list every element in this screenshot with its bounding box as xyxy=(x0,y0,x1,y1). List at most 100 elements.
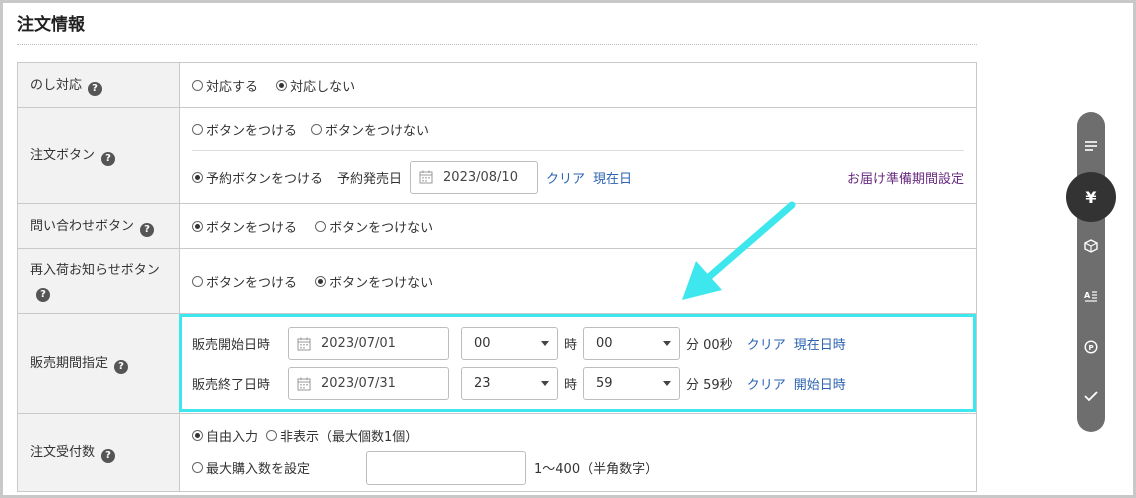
row-value: ボタンをつける ボタンをつけない 予約ボタンをつける 予約発売日 2023/08… xyxy=(179,107,977,204)
radio-max-purchase[interactable]: 最大購入数を設定 xyxy=(192,458,342,477)
start-datetime-link[interactable]: 開始日時 xyxy=(794,374,846,393)
radio-label: ボタンをつけない xyxy=(329,275,434,291)
sale-end-row: 販売終了日時 2023/07/31 23 時 59 分 59秒 クリア 開始日時 xyxy=(192,364,964,404)
clear-link[interactable]: クリア xyxy=(747,334,786,353)
check-icon[interactable] xyxy=(1077,382,1105,410)
select-value: 23 xyxy=(474,376,491,391)
sale-end-minute-select[interactable]: 59 xyxy=(583,367,681,400)
radio-noshi-yes[interactable]: 対応する xyxy=(192,76,258,95)
radio-inquiry-on[interactable]: ボタンをつける xyxy=(192,217,297,236)
radio-icon xyxy=(276,79,288,91)
chevron-down-icon xyxy=(663,341,672,346)
second-text: 分 00秒 xyxy=(686,338,733,353)
sale-start-row: 販売開始日時 2023/07/01 00 時 00 分 00秒 クリア 現在日時 xyxy=(192,324,964,364)
radio-reserve[interactable]: 予約ボタンをつける xyxy=(192,168,323,187)
label-text: 販売期間指定 xyxy=(30,356,109,371)
calendar-icon xyxy=(297,337,311,350)
help-icon[interactable]: ? xyxy=(140,222,155,237)
row-noshi: のし対応? 対応する 対応しない xyxy=(17,62,977,108)
row-order-count: 注文受付数? 自由入力 非表示（最大個数1個） 最大購入数を設定 1〜400（半… xyxy=(17,413,977,492)
today-link[interactable]: 現在日 xyxy=(593,168,632,187)
delivery-setting-link[interactable]: お届け準備期間設定 xyxy=(847,168,964,187)
package-icon[interactable] xyxy=(1077,232,1105,260)
point-icon[interactable]: P xyxy=(1077,333,1105,361)
sale-start-minute-select[interactable]: 00 xyxy=(583,327,681,360)
label-text: 問い合わせボタン xyxy=(30,218,135,234)
row-value: ボタンをつける ボタンをつけない xyxy=(179,203,977,249)
calendar-icon xyxy=(419,170,433,184)
input-value: 2023/07/31 xyxy=(321,376,396,391)
svg-text:P: P xyxy=(1089,344,1094,352)
order-info-form: のし対応? 対応する 対応しない 注文ボタン? ボタンをつける ボタンをつけない… xyxy=(17,62,977,492)
row-value: 販売開始日時 2023/07/01 00 時 00 分 00秒 クリア 現在日時… xyxy=(179,313,977,414)
page-title: 注文情報 xyxy=(17,15,85,35)
sale-end-label: 販売終了日時 xyxy=(192,378,271,393)
chevron-down-icon xyxy=(541,341,549,346)
chevron-down-icon xyxy=(663,381,672,386)
release-date-input[interactable]: 2023/08/10 xyxy=(410,160,539,194)
arrow-pointer xyxy=(682,201,796,300)
yen-icon[interactable]: ¥ xyxy=(1066,172,1116,222)
radio-label: ボタンをつける xyxy=(206,275,298,291)
clear-link[interactable]: クリア xyxy=(546,168,585,187)
chevron-down-icon xyxy=(541,381,549,386)
radio-hidden[interactable]: 非表示（最大個数1個） xyxy=(266,426,418,445)
radio-label: 自由入力 xyxy=(206,430,259,445)
radio-noshi-no[interactable]: 対応しない xyxy=(276,76,355,95)
row-label: 再入荷お知らせボタン? xyxy=(17,248,180,314)
radio-label: 対応しない xyxy=(290,79,356,95)
radio-icon xyxy=(315,220,327,232)
text-format-icon[interactable]: A xyxy=(1077,282,1105,310)
max-purchase-input[interactable] xyxy=(366,450,526,485)
side-navigation: A P xyxy=(1077,112,1105,432)
clear-link[interactable]: クリア xyxy=(747,374,786,393)
select-value: 00 xyxy=(596,336,613,351)
radio-icon xyxy=(315,275,327,287)
row-order-button: 注文ボタン? ボタンをつける ボタンをつけない 予約ボタンをつける 予約発売日 … xyxy=(17,107,977,204)
sale-start-date-input[interactable]: 2023/07/01 xyxy=(288,327,449,360)
radio-order-on[interactable]: ボタンをつける xyxy=(192,120,297,139)
second-text: 分 59秒 xyxy=(686,378,733,393)
sale-start-hour-select[interactable]: 00 xyxy=(461,327,558,360)
row-inquiry: 問い合わせボタン? ボタンをつける ボタンをつけない xyxy=(17,203,977,249)
radio-icon xyxy=(192,123,203,135)
label-text: 注文受付数 xyxy=(30,445,96,460)
sale-end-hour-select[interactable]: 23 xyxy=(461,367,558,400)
row-value: 対応する 対応しない xyxy=(179,62,977,108)
radio-icon xyxy=(192,275,203,287)
radio-label: 非表示（最大個数1個） xyxy=(280,430,419,445)
help-icon[interactable]: ? xyxy=(101,449,116,463)
label-text: のし対応 xyxy=(30,77,83,93)
radio-order-off[interactable]: ボタンをつけない xyxy=(311,120,429,139)
radio-icon xyxy=(192,171,203,183)
svg-text:A: A xyxy=(1084,291,1091,300)
help-icon[interactable]: ? xyxy=(36,288,50,302)
row-value: ボタンをつける ボタンをつけない xyxy=(179,248,977,314)
help-icon[interactable]: ? xyxy=(101,152,116,166)
radio-icon xyxy=(192,430,203,441)
input-value: 2023/08/10 xyxy=(443,169,518,185)
input-value: 2023/07/01 xyxy=(321,336,396,351)
radio-restock-off[interactable]: ボタンをつけない xyxy=(315,272,433,291)
sale-end-date-input[interactable]: 2023/07/31 xyxy=(288,367,449,400)
range-hint: 1〜400（半角数字） xyxy=(534,462,659,477)
label-text: 再入荷お知らせボタン xyxy=(30,263,160,278)
row-label: 問い合わせボタン? xyxy=(17,203,180,249)
radio-free-input[interactable]: 自由入力 xyxy=(192,426,258,445)
label-text: 注文ボタン xyxy=(30,148,96,163)
help-icon[interactable]: ? xyxy=(114,360,129,374)
radio-label: ボタンをつける xyxy=(206,123,298,139)
row-restock: 再入荷お知らせボタン? ボタンをつける ボタンをつけない xyxy=(17,248,977,314)
help-icon[interactable]: ? xyxy=(88,81,103,96)
radio-inquiry-off[interactable]: ボタンをつけない xyxy=(315,217,433,236)
list-icon[interactable] xyxy=(1077,132,1105,160)
radio-restock-on[interactable]: ボタンをつける xyxy=(192,272,297,291)
now-link[interactable]: 現在日時 xyxy=(794,334,846,353)
release-date-label: 予約発売日 xyxy=(337,171,403,187)
row-label: 注文ボタン? xyxy=(17,107,180,204)
radio-label: ボタンをつけない xyxy=(325,123,430,139)
radio-label: ボタンをつける xyxy=(206,220,298,236)
radio-label: ボタンをつけない xyxy=(329,220,434,236)
sale-start-label: 販売開始日時 xyxy=(192,338,271,353)
row-value: 自由入力 非表示（最大個数1個） 最大購入数を設定 1〜400（半角数字） xyxy=(179,413,977,492)
